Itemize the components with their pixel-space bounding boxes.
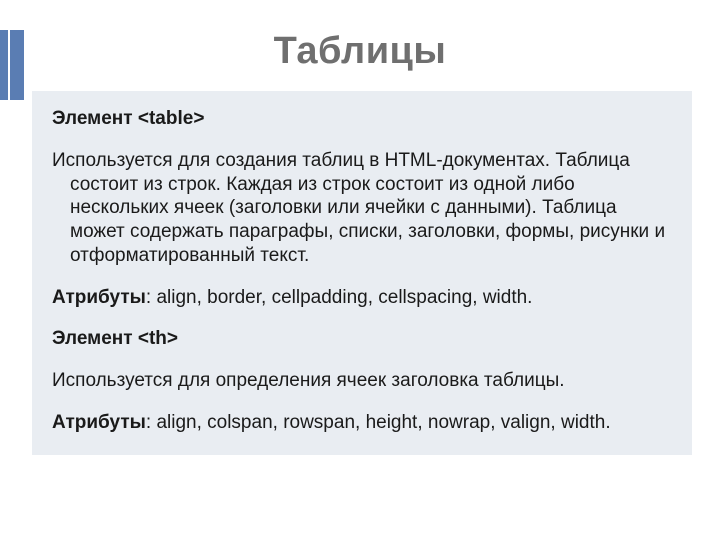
element-th-heading: Элемент <th> (52, 327, 672, 351)
element-table-desc: Используется для создания таблиц в HTML-… (52, 149, 672, 268)
attr-label: Атрибуты (52, 412, 146, 433)
page-title: Таблицы (0, 30, 720, 73)
bar-icon (0, 30, 8, 100)
attr-list: : align, border, cellpadding, cellspacin… (146, 287, 533, 308)
element-table-attrs: Атрибуты: align, border, cellpadding, ce… (52, 286, 672, 310)
element-label: Элемент (52, 108, 133, 129)
element-table-heading: Элемент <table> (52, 107, 672, 131)
element-th-attrs: Атрибуты: align, colspan, rowspan, heigh… (52, 411, 672, 435)
attr-label: Атрибуты (52, 287, 146, 308)
element-label: Элемент (52, 328, 133, 349)
bar-icon (10, 30, 24, 100)
slide: Таблицы Элемент <table> Используется для… (0, 30, 720, 540)
element-tag: <th> (138, 328, 178, 349)
attr-list: : align, colspan, rowspan, height, nowra… (146, 412, 611, 433)
element-tag: <table> (138, 108, 205, 129)
content-panel: Элемент <table> Используется для создани… (32, 91, 692, 455)
decorative-side-bars (0, 30, 30, 100)
element-th-desc: Используется для определения ячеек загол… (52, 369, 672, 393)
